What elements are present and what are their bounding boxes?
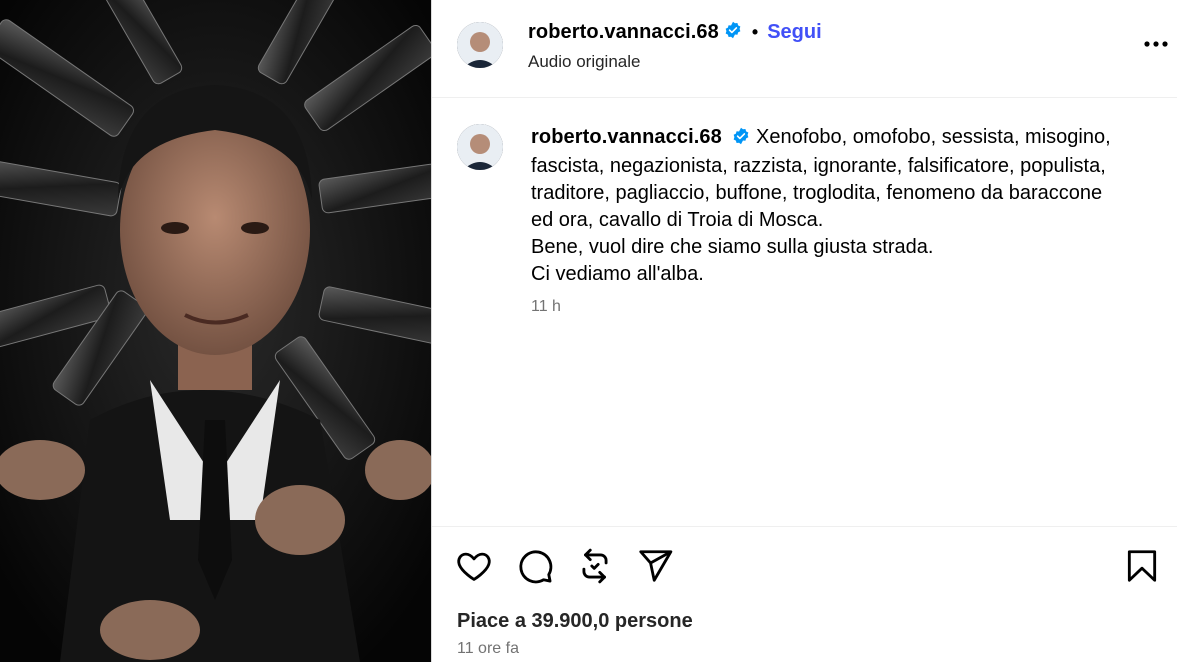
repost-icon[interactable] [576, 547, 614, 585]
caption-line: traditore, pagliaccio, buffone, troglodi… [531, 182, 1103, 204]
bookmark-icon[interactable] [1123, 547, 1161, 585]
heart-icon[interactable] [455, 547, 493, 585]
audio-label[interactable]: Audio originale [528, 52, 640, 72]
more-options-icon[interactable] [1141, 34, 1171, 54]
caption-section: roberto.vannacci.68 Xenofobo, omofobo, s… [432, 98, 1177, 526]
verified-badge-icon [732, 126, 750, 153]
comment-icon[interactable] [516, 547, 554, 585]
post-side-panel: roberto.vannacci.68 • Segui Audio origin… [431, 0, 1177, 662]
post-header: roberto.vannacci.68 • Segui Audio origin… [432, 0, 1177, 98]
caption-username[interactable]: roberto.vannacci.68 [531, 126, 722, 148]
caption-timestamp[interactable]: 11 h [531, 298, 561, 316]
post-media[interactable] [0, 0, 431, 662]
caption-line: fascista, negazionista, razzista, ignora… [531, 155, 1106, 177]
likes-count[interactable]: Piace a 39.900,0 persone [457, 610, 693, 633]
caption-line: Bene, vuol dire che siamo sulla giusta s… [531, 236, 934, 258]
separator-dot: • [751, 22, 759, 42]
caption-line: ed ora, cavallo di Troia di Mosca. [531, 209, 824, 231]
caption-line: Xenofobo, omofobo, sessista, misogino, [756, 126, 1111, 148]
actions-bar: Piace a 39.900,0 persone 11 ore fa [432, 526, 1177, 662]
header-username[interactable]: roberto.vannacci.68 [528, 21, 719, 44]
caption-text: roberto.vannacci.68 Xenofobo, omofobo, s… [531, 124, 1151, 288]
follow-button[interactable]: Segui [767, 21, 821, 44]
caption-avatar[interactable] [457, 124, 503, 170]
avatar[interactable] [457, 22, 503, 68]
caption-line: Ci vediamo all'alba. [531, 263, 704, 285]
post-photo [0, 0, 431, 662]
post-time-ago[interactable]: 11 ore fa [457, 640, 519, 658]
verified-badge-icon [724, 21, 742, 44]
send-icon[interactable] [636, 547, 674, 585]
